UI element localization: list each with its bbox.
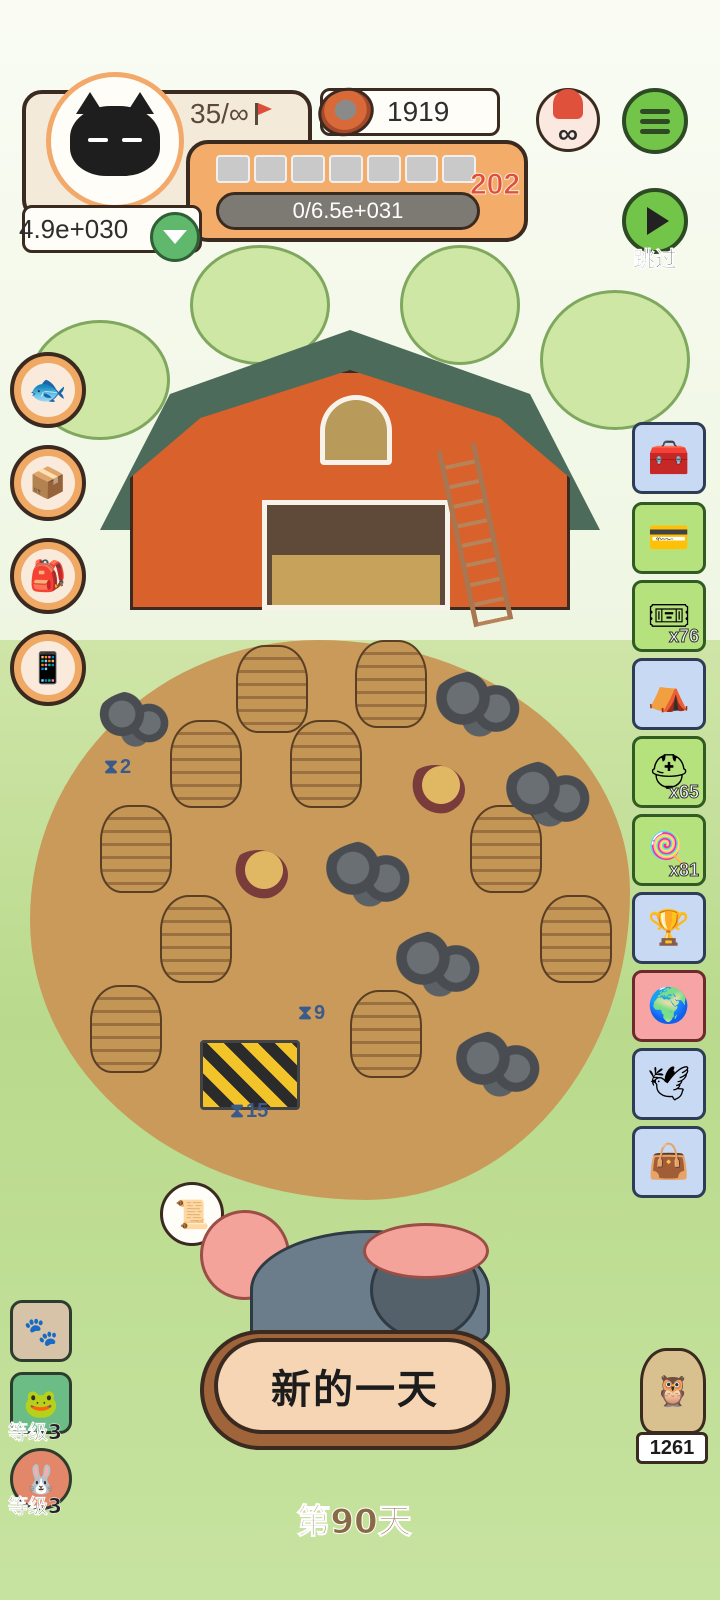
backpack-button[interactable]: 🎒 <box>10 538 86 614</box>
isopod-creature[interactable] <box>160 895 232 983</box>
isopod-creature[interactable] <box>350 990 422 1078</box>
dung-beetle[interactable] <box>228 850 288 900</box>
fish-icon: 🐟 <box>21 363 75 417</box>
mole-group[interactable] <box>450 1030 560 1100</box>
flag-icon <box>254 103 275 125</box>
plot-timer: ⧗ 9 <box>298 1002 326 1024</box>
play-icon <box>647 207 669 235</box>
level-progress-segments <box>216 155 477 183</box>
dung-beetle[interactable] <box>405 765 465 815</box>
mole-group[interactable] <box>430 670 540 740</box>
isopod-creature[interactable] <box>290 720 362 808</box>
level-label: 等级3 <box>8 1494 62 1519</box>
expand-button[interactable] <box>150 212 200 262</box>
isopod-creature[interactable] <box>170 720 242 808</box>
background-tree <box>400 245 520 365</box>
side-item-wings[interactable]: 🕊 <box>632 1048 706 1120</box>
phone-button[interactable]: 📱 <box>10 630 86 706</box>
side-item-globe[interactable]: 🌍 <box>632 970 706 1042</box>
isopod-creature[interactable] <box>355 640 427 728</box>
box-button[interactable]: 📦 <box>10 445 86 521</box>
owl-icon: 🦉 <box>654 1374 692 1408</box>
hourglass-icon: ⧗ <box>104 756 119 778</box>
level-label: 等级3 <box>8 1420 62 1445</box>
creature-icon: 🐸 <box>23 1387 59 1419</box>
box-icon: 📦 <box>21 456 75 510</box>
side-item-helmet[interactable]: ⛑ x65 <box>632 736 706 808</box>
isopod-creature[interactable] <box>540 895 612 983</box>
player-level: 202 <box>469 168 521 202</box>
isopod-creature[interactable] <box>90 985 162 1073</box>
menu-button[interactable] <box>622 88 688 154</box>
bag-icon: 👜 <box>647 1143 691 1181</box>
infinity-crest-button[interactable]: ∞ <box>536 88 600 152</box>
barn-hay <box>272 555 440 605</box>
new-day-button[interactable]: 新的一天 <box>214 1338 496 1434</box>
chest-icon: 🧰 <box>647 439 691 477</box>
black-cat-icon <box>70 92 160 176</box>
owl-counter: 1261 <box>636 1432 708 1464</box>
globe-icon: 🌍 <box>647 987 691 1025</box>
hut-icon: ⛺ <box>647 675 691 713</box>
isopod-creature[interactable] <box>100 805 172 893</box>
plot-timer: ⧗ 15 <box>230 1100 269 1122</box>
side-item-hut[interactable]: ⛺ <box>632 658 706 730</box>
stamina-counter: 35/∞ <box>190 92 305 136</box>
trophy-icon: 🏆 <box>647 909 691 947</box>
hourglass-icon: ⧗ <box>230 1100 245 1122</box>
owl-character[interactable]: 🦉 <box>640 1348 706 1434</box>
player-avatar[interactable] <box>46 72 184 210</box>
hourglass-icon: ⧗ <box>298 1002 313 1024</box>
mole-group[interactable] <box>390 930 500 1000</box>
mole-group[interactable] <box>500 760 610 830</box>
side-item-trophy[interactable]: 🏆 <box>632 892 706 964</box>
plot-timer: ⧗ 2 <box>104 756 132 778</box>
pet-icon: 🐾 <box>23 1315 59 1347</box>
day-counter: 第90天 <box>296 1502 412 1543</box>
card-icon: 💳 <box>647 519 691 557</box>
background-tree <box>540 290 690 430</box>
fish-bowl-button[interactable]: 🐟 <box>10 352 86 428</box>
mole-group[interactable] <box>320 840 430 910</box>
side-item-card[interactable]: 💳 <box>632 502 706 574</box>
xp-bar: 0/6.5e+031 <box>216 192 480 230</box>
infinity-icon: ∞ <box>558 118 578 149</box>
chevron-down-icon <box>163 230 187 244</box>
flame-icon <box>553 89 583 119</box>
mole-group[interactable] <box>95 690 185 750</box>
phone-icon: 📱 <box>21 641 75 695</box>
lion-creature[interactable] <box>200 1210 490 1350</box>
side-item-ticket[interactable]: 🎟 x76 <box>632 580 706 652</box>
skip-label[interactable]: 跳过 <box>622 242 688 274</box>
backpack-icon: 🎒 <box>21 549 75 603</box>
wings-icon: 🕊 <box>647 1065 691 1103</box>
side-item-lollipop[interactable]: 🍭 x81 <box>632 814 706 886</box>
pet-slot-button[interactable]: 🐾 <box>10 1300 72 1362</box>
isopod-creature[interactable] <box>236 645 308 733</box>
side-item-bag[interactable]: 👜 <box>632 1126 706 1198</box>
barn-window <box>320 395 392 465</box>
side-item-chest[interactable]: 🧰 <box>632 422 706 494</box>
